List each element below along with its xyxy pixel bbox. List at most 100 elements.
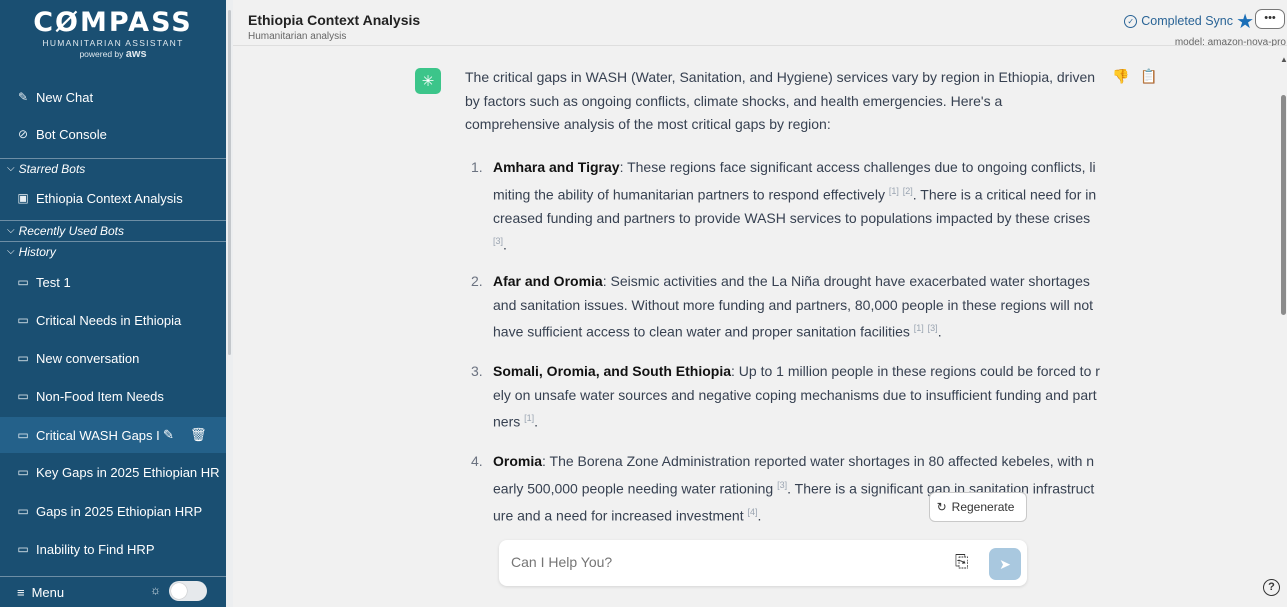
chat-bubble-icon: ▭ [17,428,29,442]
new-chat-button[interactable]: ✎ New Chat [0,79,226,115]
toggle-knob [171,583,187,599]
citation-link[interactable]: [3] [493,236,503,246]
list-item: 1. Amhara and Tigray: These regions face… [465,156,1100,257]
clipboard-icon[interactable]: 📋 [1140,68,1157,85]
citation-link[interactable]: [2] [903,186,913,196]
list-item: 2. Afar and Oromia: Seismic activities a… [465,270,1100,344]
citation-link[interactable]: [3] [928,323,938,333]
bot-console-label: Bot Console [36,126,107,142]
list-item-end: . [937,323,942,340]
history-item-label: Non-Food Item Needs [36,388,164,404]
hamburger-icon: ≡ [17,584,25,600]
list-item-end: . [534,413,539,430]
starred-bots-label: Starred Bots [18,161,86,176]
logo-powered-by: powered by aws [0,48,226,60]
compass-icon: ⊘ [17,127,29,141]
history-item-label: Critical WASH Gaps I [36,427,160,443]
more-options-button[interactable]: ••• [1255,9,1285,29]
message-intro: The critical gaps in WASH (Water, Sanita… [465,69,1096,132]
citation-link[interactable]: [4] [748,507,758,517]
history-item-label: Critical Needs in Ethiopia [36,312,182,328]
recent-bots-label: Recently Used Bots [18,223,124,238]
history-item[interactable]: ▭ Inability to Find HRP [0,531,226,567]
list-item-heading: Afar and Oromia [493,273,603,289]
citation-link[interactable]: [1] [889,186,899,196]
recent-bots-toggle[interactable]: ⌵ Recently Used Bots [0,220,226,240]
list-item-heading: Somali, Oromia, and South Ethiopia [493,363,732,379]
attach-file-icon[interactable]: ⎘ [955,552,969,572]
theme-toggle[interactable] [169,581,207,601]
regenerate-label: Regenerate [951,500,1015,514]
list-number: 3. [471,363,483,379]
sun-icon: ☼ [150,583,161,597]
chat-area: ✳ The critical gaps in WASH (Water, Sani… [233,46,1279,540]
chat-bubble-icon: ▭ [17,351,29,365]
history-toggle[interactable]: ⌵ History [0,241,226,261]
regenerate-button[interactable]: ↻ Regenerate [929,492,1027,522]
powered-by-text: powered by [79,49,124,59]
help-icon[interactable]: ? [1263,579,1280,596]
chevron-down-icon: ⌵ [7,246,15,257]
list-item: 3. Somali, Oromia, and South Ethiopia: U… [465,360,1100,434]
sidebar: CØMPASS HUMANITARIAN ASSISTANT powered b… [0,0,226,607]
list-number: 2. [471,273,483,289]
list-item-heading: Oromia [493,453,543,469]
send-icon: ➤ [999,555,1011,572]
chat-bubble-icon: ▭ [17,275,29,289]
new-chat-label: New Chat [36,89,94,105]
citation-link[interactable]: [1] [914,323,924,333]
history-label: History [18,244,56,259]
trash-icon[interactable]: 🗑 [190,427,207,443]
chevron-down-icon: ⌵ [7,225,15,236]
page-subtitle: Humanitarian analysis [248,31,347,42]
refresh-icon: ↻ [936,500,947,514]
history-item[interactable]: ▭ New conversation [0,340,226,376]
history-item-label: New conversation [36,350,140,366]
pencil-icon[interactable]: ✎ [163,427,174,443]
starred-bots-toggle[interactable]: ⌵ Starred Bots [0,158,226,178]
list-item-heading: Amhara and Tigray [493,159,620,175]
bot-console-button[interactable]: ⊘ Bot Console [0,116,226,152]
chat-bubble-icon: ▭ [17,542,29,556]
chat-bubble-icon: ▭ [17,313,29,327]
compass-bot-icon: ✳ [415,68,441,94]
history-item-label: Gaps in 2025 Ethiopian HRP [36,503,203,519]
scroll-up-icon[interactable]: ▲ [1280,55,1287,64]
chat-header: Ethiopia Context Analysis Humanitarian a… [233,0,1287,48]
history-item[interactable]: ▭ Critical Needs in Ethiopia [0,302,226,338]
aws-logo: aws [125,48,147,60]
star-icon[interactable]: ★ [1236,9,1254,34]
sync-status-label: Completed Sync [1141,14,1233,28]
bot-icon: ▣ [17,191,29,205]
edit-icon: ✎ [17,90,29,104]
chat-scrollbar-thumb[interactable] [1281,95,1286,315]
sidebar-scrollbar-thumb[interactable] [228,10,231,355]
list-number: 4. [471,453,483,469]
list-item-end: . [757,507,762,524]
chat-input[interactable] [511,554,931,570]
citation-link[interactable]: [1] [524,413,534,423]
citation-link[interactable]: [3] [777,480,787,490]
chat-bubble-icon: ▭ [17,389,29,403]
starred-bot-item[interactable]: ▣ Ethiopia Context Analysis [0,180,226,216]
history-item[interactable]: ▭ Test 1 [0,264,226,300]
chevron-down-icon: ⌵ [7,163,15,174]
check-circle-icon: ✓ [1124,14,1138,28]
page-title: Ethiopia Context Analysis [248,12,421,28]
history-item[interactable]: ▭ Gaps in 2025 Ethiopian HRP [0,493,226,529]
history-item-label: Test 1 [36,274,71,290]
chat-bubble-icon: ▭ [17,465,29,479]
list-item-end: . [503,236,507,253]
thumbs-down-icon[interactable]: 👎 [1112,68,1129,85]
send-button[interactable]: ➤ [989,548,1021,580]
chat-input-box: ⎘ ➤ [499,540,1027,586]
history-item-label: Inability to Find HRP [36,541,155,557]
chat-bubble-icon: ▭ [17,504,29,518]
logo-subtitle: HUMANITARIAN ASSISTANT [42,38,184,48]
sync-status: ✓ Completed Sync [1124,14,1233,28]
history-item[interactable]: ▭ Key Gaps in 2025 Ethiopian HR [0,454,226,490]
history-item-label: Key Gaps in 2025 Ethiopian HR [36,464,220,480]
history-item[interactable]: ▭ Non-Food Item Needs [0,378,226,414]
starred-bot-label: Ethiopia Context Analysis [36,190,183,206]
compass-logo[interactable]: CØMPASS HUMANITARIAN ASSISTANT powered b… [0,8,226,60]
